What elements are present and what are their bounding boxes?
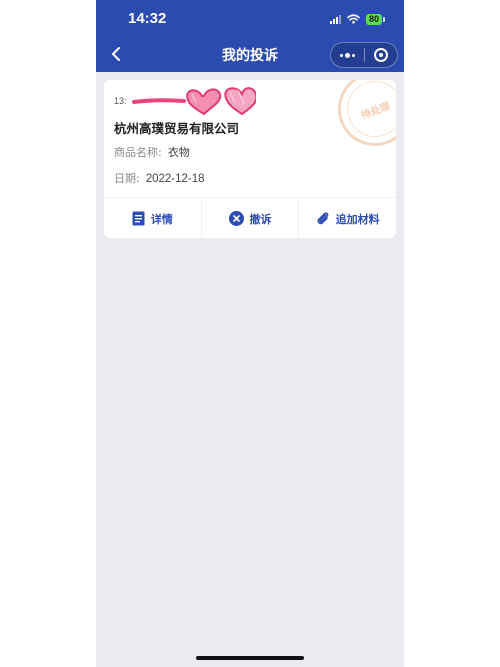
withdraw-button[interactable]: 撤诉 <box>200 198 299 238</box>
status-icons: 80 <box>329 12 386 26</box>
more-dots-icon <box>339 52 355 58</box>
mini-program-capsule <box>330 42 398 68</box>
date-row: 日期: 2022-12-18 <box>114 170 205 186</box>
add-materials-button[interactable]: 追加材料 <box>298 198 396 238</box>
phone-screen: 14:32 80 我的投诉 待处理 13: 杭州高璞贸易有限公司 商品名称: 衣… <box>96 0 404 667</box>
target-icon <box>373 48 388 62</box>
status-stamp: 待处理 <box>327 80 396 157</box>
date-value: 2022-12-18 <box>145 173 205 185</box>
withdraw-label: 撤诉 <box>249 212 272 226</box>
stamp-text: 待处理 <box>339 80 396 145</box>
details-button[interactable]: 详情 <box>104 198 201 238</box>
more-button[interactable] <box>331 43 364 67</box>
wifi-icon <box>347 14 360 24</box>
home-indicator[interactable] <box>196 656 304 660</box>
details-label: 详情 <box>150 212 173 226</box>
status-time: 14:32 <box>128 10 167 27</box>
product-value: 衣物 <box>167 146 190 159</box>
card-actions: 详情 撤诉 追加材料 <box>104 197 396 238</box>
complaint-card[interactable]: 待处理 13: 7 杭州高璞贸易有限公司 商品名称:衣物 日期:2022-12-… <box>104 80 396 238</box>
add-materials-label: 追加材料 <box>335 212 380 226</box>
paperclip-icon <box>317 212 329 225</box>
date-label: 日期: <box>114 172 140 185</box>
top-bar: 14:32 80 我的投诉 <box>96 0 404 72</box>
signal-icon <box>329 14 341 24</box>
redaction-scribble <box>132 87 256 116</box>
battery-icon: 80 <box>365 13 386 25</box>
phone-number-prefix: 13: <box>114 96 127 106</box>
product-row: 商品名称: 衣物 <box>114 144 190 160</box>
close-circle-icon <box>228 211 244 226</box>
document-icon <box>132 211 145 226</box>
product-label: 商品名称: <box>114 146 162 159</box>
close-mini-program-button[interactable] <box>365 43 398 67</box>
company-name: 杭州高璞贸易有限公司 <box>114 121 240 136</box>
